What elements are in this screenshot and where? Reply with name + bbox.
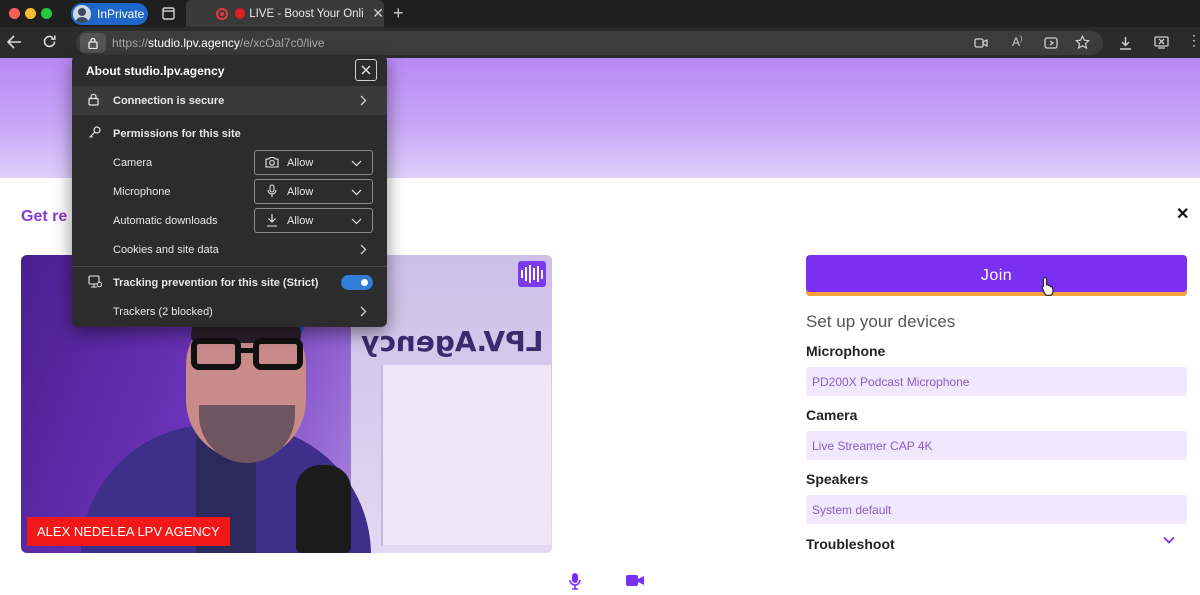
troubleshoot-toggle[interactable]: Troubleshoot	[806, 536, 895, 552]
permission-downloads-label: Automatic downloads	[113, 214, 218, 227]
url-host: studio.lpv.agency	[148, 36, 240, 50]
podcast-microphone	[296, 465, 351, 553]
permissions-header-row: Permissions for this site	[72, 119, 387, 148]
url-scheme: https://	[112, 36, 149, 50]
tracking-prevention-label: Tracking prevention for this site (Stric…	[113, 276, 319, 289]
join-button[interactable]: Join	[806, 255, 1187, 296]
close-icon	[361, 65, 371, 75]
microphone-toggle-icon[interactable]	[568, 572, 582, 590]
recording-icon	[216, 7, 228, 20]
connection-secure-row[interactable]: Connection is secure	[72, 86, 387, 115]
url-path: /e/xcOal7c0/live	[239, 36, 325, 50]
permission-row-camera: Camera Allow	[72, 148, 387, 177]
refresh-button[interactable]	[42, 34, 57, 49]
key-icon	[89, 126, 101, 138]
permission-row-downloads: Automatic downloads Allow	[72, 206, 387, 235]
microphone-permission-value: Allow	[287, 186, 314, 198]
camera-label: Camera	[806, 407, 858, 423]
chevron-down-icon	[351, 218, 362, 225]
microphone-select[interactable]: PD200X Podcast Microphone	[806, 367, 1187, 396]
page-heading: Get re	[21, 208, 68, 225]
tracking-prevention-toggle[interactable]	[341, 275, 373, 290]
camera-icon	[265, 156, 279, 168]
address-bar[interactable]: https://studio.lpv.agency/e/xcOal7c0/liv…	[76, 31, 1103, 55]
divider	[72, 266, 387, 267]
camera-toggle-icon[interactable]	[626, 574, 644, 587]
back-button[interactable]	[7, 35, 22, 49]
cookies-label: Cookies and site data	[113, 243, 219, 256]
inprivate-profile-button[interactable]: InPrivate	[71, 3, 148, 25]
new-tab-button[interactable]: +	[393, 3, 404, 24]
chevron-down-icon	[351, 160, 362, 167]
permission-row-microphone: Microphone Allow	[72, 177, 387, 206]
downloads-permission-select[interactable]: Allow	[254, 208, 373, 233]
permissions-header: Permissions for this site	[113, 127, 241, 140]
trackers-label: Trackers (2 blocked)	[113, 305, 213, 318]
permission-microphone-label: Microphone	[113, 185, 171, 198]
more-options-icon[interactable]: ⋮	[1187, 32, 1200, 49]
minimize-window-button[interactable]	[25, 8, 36, 19]
name-tag: ALEX NEDELEA LPV AGENCY	[27, 517, 230, 546]
connection-secure-label: Connection is secure	[113, 94, 225, 107]
favorite-star-icon[interactable]	[1075, 35, 1090, 50]
zoom-window-button[interactable]	[41, 8, 52, 19]
tracking-prevention-icon	[88, 275, 102, 288]
camera-select[interactable]: Live Streamer CAP 4K	[806, 431, 1187, 460]
whiteboard	[381, 365, 551, 545]
close-window-button[interactable]	[9, 8, 20, 19]
close-icon[interactable]: ✕	[1176, 204, 1189, 224]
hand-cursor-icon	[1041, 276, 1054, 296]
inprivate-label: InPrivate	[97, 7, 145, 21]
microphone-icon	[267, 184, 277, 197]
popup-title: About studio.lpv.agency	[86, 64, 225, 78]
tab-actions-icon[interactable]	[162, 7, 175, 20]
lock-icon	[88, 93, 99, 106]
site-info-button[interactable]	[80, 33, 106, 53]
audio-level-icon	[518, 261, 546, 287]
download-icon	[267, 214, 277, 227]
popup-close-button[interactable]	[355, 59, 377, 81]
browser-tab-live[interactable]: LIVE - Boost Your Online ✕	[186, 0, 384, 27]
microphone-label: Microphone	[806, 343, 886, 359]
tracking-prevention-row: Tracking prevention for this site (Stric…	[72, 268, 387, 297]
chevron-down-icon[interactable]	[1163, 536, 1175, 544]
screenshot-icon[interactable]	[1154, 36, 1169, 49]
speakers-select[interactable]: System default	[806, 495, 1187, 524]
chevron-right-icon	[360, 244, 367, 255]
speakers-label: Speakers	[806, 471, 869, 487]
tab-close-icon[interactable]: ✕	[372, 5, 384, 22]
camera-permission-value: Allow	[287, 157, 314, 169]
chevron-right-icon	[360, 306, 367, 317]
url-text[interactable]: https://studio.lpv.agency/e/xcOal7c0/liv…	[112, 36, 325, 50]
live-dot-icon	[234, 8, 246, 19]
downloads-icon[interactable]	[1119, 36, 1132, 50]
chevron-down-icon	[351, 189, 362, 196]
browser-toolbar: https://studio.lpv.agency/e/xcOal7c0/liv…	[0, 27, 1200, 58]
tab-title: LIVE - Boost Your Online	[249, 7, 365, 20]
browser-tab-bar: InPrivate LIVE - Boost Your Online ✕ +	[0, 0, 1200, 27]
chevron-right-icon	[360, 95, 367, 106]
read-aloud-icon[interactable]: A)	[1012, 35, 1022, 49]
setup-title: Set up your devices	[806, 312, 956, 331]
glasses	[191, 338, 307, 372]
downloads-permission-value: Allow	[287, 215, 314, 227]
brand-logo-text: LPV.Agency	[361, 325, 544, 358]
trackers-row[interactable]: Trackers (2 blocked)	[72, 297, 387, 326]
camera-permission-select[interactable]: Allow	[254, 150, 373, 175]
camera-in-use-icon[interactable]	[974, 37, 988, 49]
app-available-icon[interactable]	[1044, 36, 1058, 50]
lock-icon	[88, 37, 98, 49]
site-info-popup: About studio.lpv.agency Connection is se…	[72, 55, 387, 327]
permission-camera-label: Camera	[113, 156, 153, 169]
cookies-row[interactable]: Cookies and site data	[72, 235, 387, 264]
microphone-permission-select[interactable]: Allow	[254, 179, 373, 204]
avatar	[73, 5, 91, 23]
